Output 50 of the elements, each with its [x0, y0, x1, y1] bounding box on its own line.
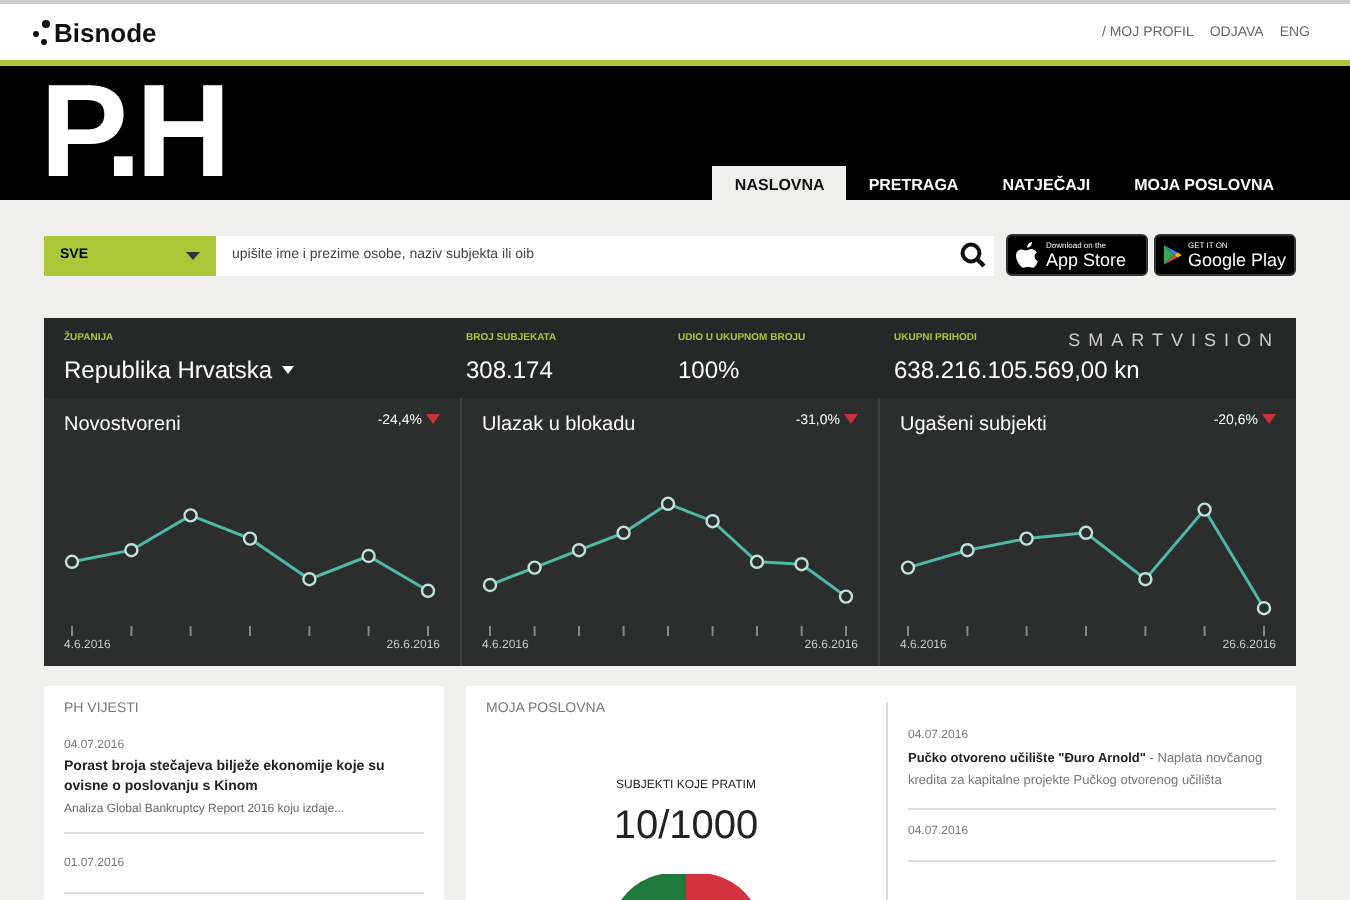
play-icon	[1164, 242, 1182, 268]
search-icon	[959, 242, 985, 268]
site-logo[interactable]: P.H	[40, 74, 226, 186]
nav-tab[interactable]: NASLOVNA	[712, 166, 847, 200]
data-point	[482, 577, 498, 593]
down-triangle-icon	[1262, 414, 1276, 424]
data-point	[1019, 531, 1034, 546]
nav-tab[interactable]: NATJEČAJI	[980, 166, 1113, 200]
data-point	[302, 572, 317, 587]
stat-value: 308.174	[466, 356, 553, 384]
data-point	[616, 525, 631, 540]
data-point	[420, 583, 436, 598]
chart-title: Ulazak u blokadu	[482, 414, 636, 440]
apple-icon	[1016, 241, 1040, 269]
caret-icon	[282, 366, 295, 374]
nav-tab[interactable]: PRETRAGA	[846, 166, 981, 200]
logo-text[interactable]: Bisnode	[54, 17, 157, 47]
nav-tab[interactable]: MOJA POSLOVNA	[1112, 166, 1296, 200]
store-name: Google Play	[1187, 251, 1286, 269]
dots-icon	[32, 18, 52, 46]
data-point	[749, 554, 765, 569]
data-point	[705, 514, 720, 529]
caret-icon	[186, 251, 200, 259]
data-point	[900, 560, 916, 575]
data-point	[361, 548, 376, 564]
data-point	[64, 554, 80, 569]
data-point	[794, 557, 809, 572]
data-point	[838, 589, 854, 604]
data-point	[1197, 502, 1212, 517]
data-point	[571, 543, 587, 558]
down-triangle-icon	[426, 414, 440, 424]
data-point	[960, 543, 975, 558]
search-button[interactable]	[950, 235, 994, 275]
store-name: App Store	[1046, 251, 1127, 269]
stat-value: 638.216.105.569,00 kn	[894, 356, 1140, 384]
down-triangle-icon	[844, 414, 858, 424]
data-point	[527, 560, 542, 575]
chart-title: Ugašeni subjekti	[900, 414, 1047, 440]
counter-value: 10/1000	[613, 804, 759, 850]
stat-value: 100%	[678, 356, 740, 384]
region-dropdown[interactable]: Republika Hrvatska	[64, 356, 273, 384]
data-point	[660, 496, 676, 511]
data-point	[1078, 525, 1094, 540]
data-point	[242, 531, 258, 546]
chart-title: Novostvoreni	[64, 414, 181, 440]
data-point	[1256, 601, 1272, 616]
data-point	[1138, 572, 1153, 587]
smartvision-logo: SMARTVISION	[1068, 330, 1280, 350]
data-point	[124, 543, 139, 558]
data-point	[183, 508, 198, 523]
